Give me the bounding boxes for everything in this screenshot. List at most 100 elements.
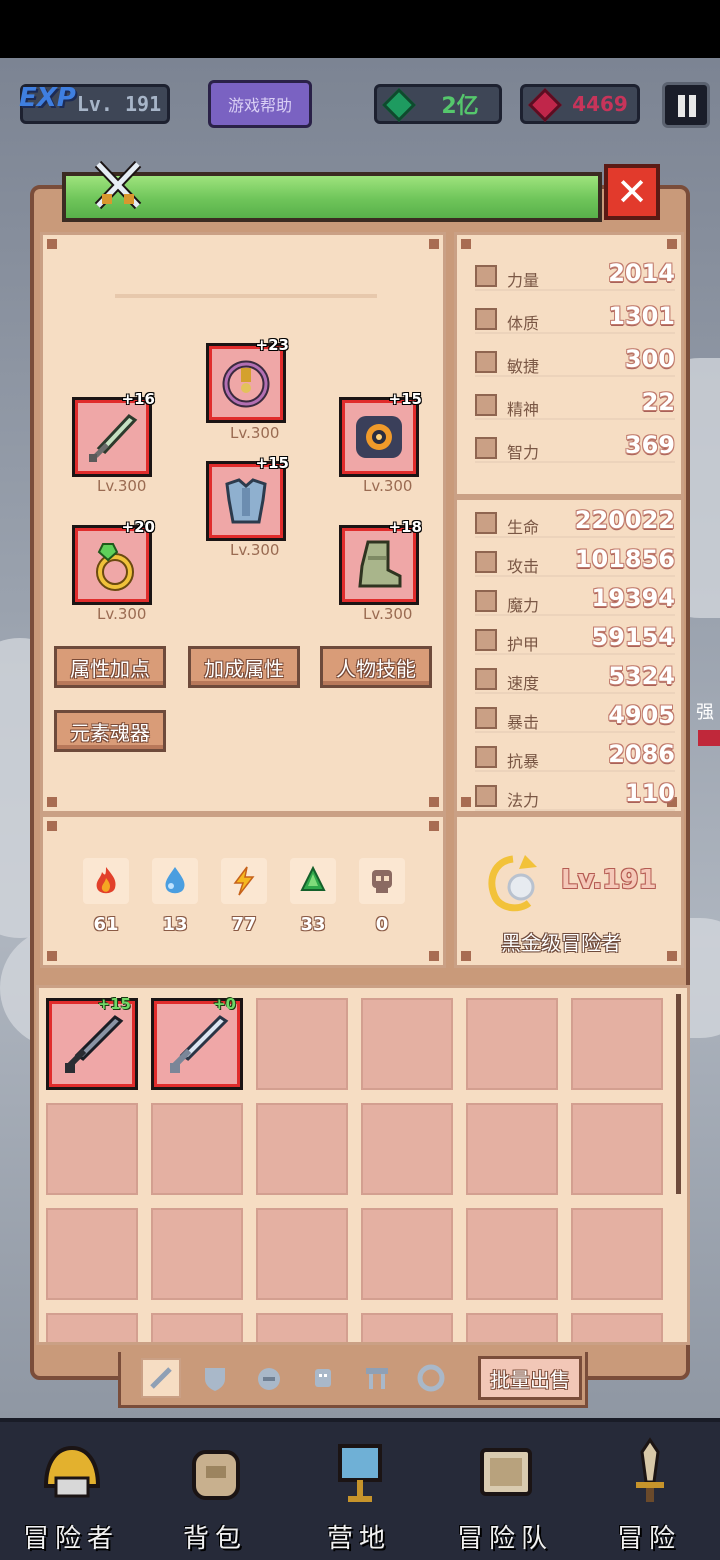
element-earth[interactable]: 33 bbox=[290, 858, 336, 935]
inventory-slot-empty[interactable] bbox=[46, 1208, 138, 1300]
inventory-slot-empty[interactable] bbox=[46, 1313, 138, 1342]
enhance-level: +18 bbox=[388, 518, 422, 536]
inventory-slot-empty[interactable] bbox=[151, 1313, 243, 1342]
robot-icon bbox=[315, 1369, 331, 1387]
attr-magic: 魔力 19394 bbox=[475, 584, 675, 616]
equip-slot-armor[interactable]: +15 bbox=[206, 454, 289, 541]
inventory-slot-empty[interactable] bbox=[361, 1103, 453, 1195]
inventory-grid[interactable]: +15 +0 bbox=[36, 985, 690, 1345]
element-value: 0 bbox=[375, 914, 389, 935]
equip-slot-weapon[interactable]: +16 bbox=[72, 390, 155, 477]
equip-slot-boots[interactable]: +18 bbox=[339, 518, 422, 605]
equipment-divider bbox=[115, 294, 377, 298]
nav-camp[interactable]: 营地 bbox=[294, 1420, 424, 1560]
strength-icon bbox=[475, 265, 497, 287]
equip-slot-amulet[interactable]: +23 bbox=[206, 336, 289, 423]
bulk-sell-button[interactable]: 批量出售 bbox=[478, 1356, 582, 1400]
element-lightning[interactable]: 77 bbox=[221, 858, 267, 935]
gate-icon bbox=[366, 1368, 388, 1389]
star-icon bbox=[475, 394, 497, 416]
earth-icon bbox=[300, 865, 326, 891]
item-level: Lv.300 bbox=[230, 424, 280, 442]
ruby-icon bbox=[528, 88, 562, 122]
attr-crit-resist: 抗暴 2086 bbox=[475, 740, 675, 772]
inventory-scrollbar[interactable] bbox=[676, 994, 681, 1194]
inventory-slot-empty[interactable] bbox=[466, 1313, 558, 1342]
inventory-slot-empty[interactable] bbox=[46, 1103, 138, 1195]
attr-crit: 暴击 4905 bbox=[475, 701, 675, 733]
attribute-points-button[interactable]: 属性加点 bbox=[54, 646, 166, 688]
inventory-slot-empty[interactable] bbox=[361, 1208, 453, 1300]
attr-intelligence: 智力 369 bbox=[475, 431, 675, 463]
steel-sword-icon bbox=[170, 1015, 229, 1073]
rank-level: Lv.191 bbox=[561, 865, 657, 895]
enhance-level: +15 bbox=[97, 995, 131, 1013]
inventory-slot-empty[interactable] bbox=[151, 1208, 243, 1300]
equip-slot-ring[interactable]: +20 bbox=[72, 518, 155, 605]
attr-constitution: 体质 1301 bbox=[475, 302, 675, 334]
inventory-slot-empty[interactable] bbox=[571, 1103, 663, 1195]
tab-weapons[interactable] bbox=[141, 1358, 181, 1398]
inventory-item[interactable]: +15 bbox=[46, 995, 138, 1090]
tab-materials[interactable] bbox=[411, 1358, 451, 1398]
gem-currency[interactable]: 2亿 bbox=[374, 84, 502, 124]
inventory-slot-empty[interactable] bbox=[466, 1208, 558, 1300]
inventory-slot-empty[interactable] bbox=[361, 1313, 453, 1342]
swirl-icon bbox=[417, 1364, 445, 1392]
element-soul-button[interactable]: 元素魂器 bbox=[54, 710, 166, 752]
nav-party[interactable]: 冒险队 bbox=[440, 1420, 570, 1560]
inventory-slot-empty[interactable] bbox=[466, 1103, 558, 1195]
gem-amount: 2亿 bbox=[441, 94, 479, 119]
tab-armor[interactable] bbox=[195, 1358, 235, 1398]
dagger-icon bbox=[636, 1437, 664, 1502]
item-level: Lv.300 bbox=[230, 541, 280, 559]
inventory-slot-empty[interactable] bbox=[361, 998, 453, 1090]
crossed-swords-icon bbox=[94, 160, 142, 210]
enhance-level: +15 bbox=[255, 454, 289, 472]
inventory-slot-empty[interactable] bbox=[151, 1103, 243, 1195]
ring-icon bbox=[96, 543, 134, 591]
inventory-slot-empty[interactable] bbox=[571, 1208, 663, 1300]
heart-icon bbox=[475, 512, 497, 534]
element-value: 33 bbox=[300, 914, 326, 935]
shield-icon bbox=[205, 1368, 225, 1391]
inventory-slot-empty[interactable] bbox=[256, 998, 348, 1090]
helmet-icon bbox=[43, 1445, 101, 1498]
attr-armor: 护甲 59154 bbox=[475, 623, 675, 655]
side-label: 强 bbox=[696, 702, 714, 723]
inventory-slot-empty[interactable] bbox=[466, 998, 558, 1090]
element-water[interactable]: 13 bbox=[152, 858, 198, 935]
character-skills-button[interactable]: 人物技能 bbox=[320, 646, 432, 688]
crit-resist-icon bbox=[475, 746, 497, 768]
pause-button[interactable] bbox=[662, 82, 710, 128]
nav-adventurer[interactable]: 冒险者 bbox=[6, 1420, 136, 1560]
element-fire[interactable]: 61 bbox=[83, 858, 129, 935]
ruby-currency[interactable]: 4469 bbox=[520, 84, 640, 124]
close-button[interactable]: ✕ bbox=[604, 164, 660, 220]
tab-robot[interactable] bbox=[303, 1358, 343, 1398]
inventory-slot-empty[interactable] bbox=[256, 1313, 348, 1342]
sword-icon bbox=[150, 1367, 172, 1389]
inventory-slot-empty[interactable] bbox=[571, 1313, 663, 1342]
nav-adventure[interactable]: 冒险 bbox=[584, 1420, 714, 1560]
nav-backpack[interactable]: 背包 bbox=[150, 1420, 280, 1560]
bonus-attributes-button[interactable]: 加成属性 bbox=[188, 646, 300, 688]
inventory-slot-empty[interactable] bbox=[256, 1208, 348, 1300]
combat-attributes-panel: 生命 220022 攻击 101856 魔力 19394 护甲 59154 速度… bbox=[454, 497, 684, 814]
amulet-icon bbox=[222, 360, 270, 408]
boots-icon bbox=[358, 540, 402, 588]
tab-accessories[interactable] bbox=[249, 1358, 289, 1398]
inventory-item[interactable]: +0 bbox=[151, 995, 243, 1090]
shield-icon bbox=[475, 629, 497, 651]
fire-icon bbox=[96, 867, 116, 894]
equip-slot-orb[interactable]: +15 bbox=[339, 390, 422, 477]
game-help-button[interactable]: 游戏帮助 bbox=[208, 80, 312, 128]
element-dark[interactable]: 0 bbox=[359, 858, 405, 935]
attr-attack: 攻击 101856 bbox=[475, 545, 675, 577]
sword-icon bbox=[89, 414, 138, 462]
inventory-slot-empty[interactable] bbox=[256, 1103, 348, 1195]
tab-gate[interactable] bbox=[357, 1358, 397, 1398]
inventory-slot-empty[interactable] bbox=[571, 998, 663, 1090]
base-attributes-panel: 力量 2014 体质 1301 敏捷 300 精神 22 智力 369 bbox=[454, 232, 684, 497]
skull-icon bbox=[372, 870, 392, 893]
